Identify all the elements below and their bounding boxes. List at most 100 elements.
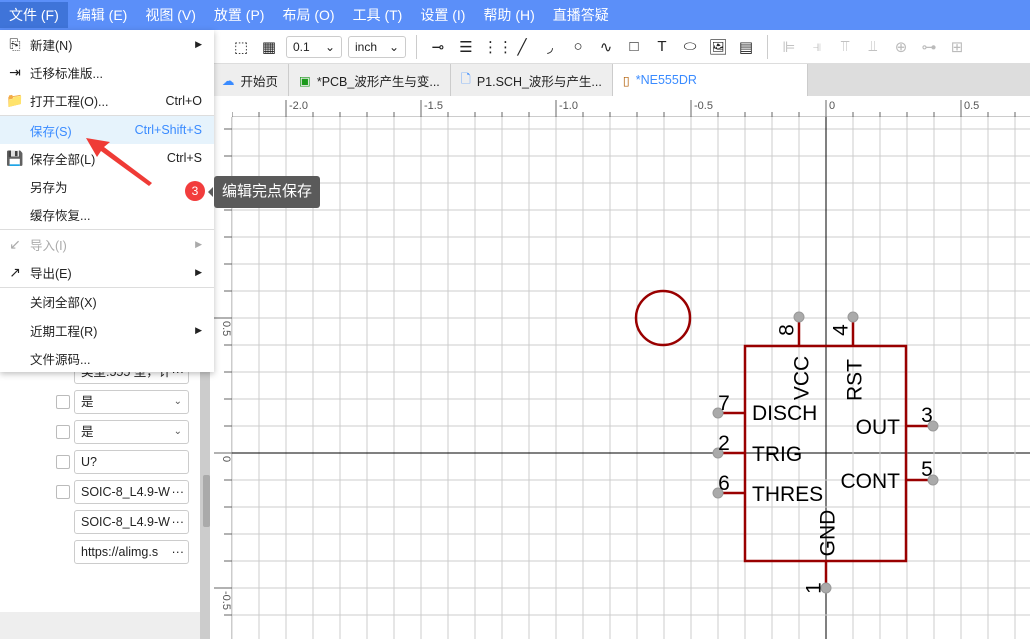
pin-array-icon[interactable]: ☰: [455, 38, 477, 56]
ruler-label: 0: [220, 456, 232, 462]
menu-item-5[interactable]: 另存为: [0, 172, 214, 200]
distribute-icon[interactable]: ⊞: [946, 38, 968, 56]
schematic-canvas[interactable]: 8 VCC 4 RST 7 DISCH 2 TRIG 6 THRES 3 OUT 5 CONT 1 GND: [231, 117, 1030, 639]
menu-item-7[interactable]: ↙ 导入(I) ▶: [0, 230, 214, 258]
property-field[interactable]: SOIC-8_L4.9-W ···: [74, 510, 189, 534]
menu-6[interactable]: 设置 (I): [411, 2, 474, 28]
pin-matrix-icon[interactable]: ⋮⋮: [483, 38, 513, 56]
more-icon[interactable]: ···: [169, 511, 184, 533]
save-icon: 💾: [6, 149, 24, 166]
ruler-label: -0.5: [220, 591, 232, 610]
menu-item-2[interactable]: 📁 打开工程(O)... Ctrl+O: [0, 87, 214, 115]
property-field[interactable]: U?: [74, 450, 189, 474]
submenu-arrow-icon: ▶: [195, 38, 202, 49]
property-checkbox[interactable]: [56, 395, 70, 409]
property-field[interactable]: https://alimg.s ···: [74, 540, 189, 564]
rectangle-icon[interactable]: □: [623, 38, 645, 55]
text-icon[interactable]: T: [651, 38, 673, 55]
align-center-v-icon[interactable]: ⊶: [918, 38, 940, 56]
menu-item-9[interactable]: 关闭全部(X): [0, 288, 214, 316]
menu-0[interactable]: 文件 (F): [0, 2, 68, 28]
menu-7[interactable]: 帮助 (H): [474, 2, 543, 28]
chip-icon: ▯: [622, 73, 630, 88]
submenu-arrow-icon: ▶: [195, 324, 202, 335]
property-field[interactable]: 是 ⌄: [74, 420, 189, 444]
pin-label: RST: [844, 359, 867, 401]
menu-5[interactable]: 工具 (T): [344, 2, 412, 28]
ellipse-icon[interactable]: ⬭: [679, 38, 701, 55]
ruler-label: -1.5: [424, 100, 443, 112]
pin-label: 1: [803, 582, 826, 594]
pin-endpoint[interactable]: [847, 311, 859, 323]
menu-item-6[interactable]: 缓存恢复...: [0, 201, 214, 229]
pin-label: TRIG: [752, 443, 802, 466]
menu-2[interactable]: 视图 (V): [136, 2, 205, 28]
property-row: SOIC-8_L4.9-W ···: [0, 510, 200, 536]
image-icon[interactable]: 🖼: [707, 38, 729, 56]
ruler-label: -2.0: [289, 100, 308, 112]
property-field[interactable]: SOIC-8_L4.9-W ···: [74, 480, 189, 504]
pin-label: 2: [718, 432, 730, 455]
submenu-arrow-icon: ▶: [195, 238, 202, 249]
menu-item-11[interactable]: 文件源码...: [0, 344, 214, 372]
chevron-down-icon: ⌄: [388, 39, 399, 54]
align-bottom-icon[interactable]: ⫫: [862, 38, 884, 55]
pin-label: GND: [817, 510, 840, 557]
menu-item-1[interactable]: ⇥ 迁移标准版...: [0, 58, 214, 86]
tab-2[interactable]: 🗋 P1.SCH_波形与产生...: [450, 64, 613, 96]
zoom-area-icon[interactable]: ⬚: [230, 38, 252, 56]
tab-3[interactable]: ▯ *NE555DR: [612, 64, 808, 96]
ruler-label: -0.5: [694, 100, 713, 112]
circle-icon[interactable]: ○: [567, 38, 589, 55]
splitter-handle[interactable]: [203, 475, 210, 527]
align-center-h-icon[interactable]: ⊕: [890, 38, 912, 56]
grid-icon[interactable]: ▦: [258, 38, 280, 56]
horizontal-ruler: -2.0 -1.5 -1.0 -0.5 0 0.5: [231, 96, 1030, 117]
chevron-down-icon: ⌄: [173, 396, 182, 407]
bezier-icon[interactable]: ∿: [595, 38, 617, 56]
property-row: https://alimg.s ···: [0, 540, 200, 566]
pin-icon[interactable]: ⊸: [427, 38, 449, 56]
more-icon[interactable]: ···: [169, 481, 184, 503]
more-icon[interactable]: ···: [169, 541, 184, 563]
menu-3[interactable]: 放置 (P): [205, 2, 274, 28]
align-right-icon[interactable]: ⫣: [806, 38, 828, 55]
ruler-label: 0.5: [964, 100, 979, 112]
table-icon[interactable]: ▤: [735, 38, 757, 56]
menu-bar: 文件 (F) 编辑 (E) 视图 (V) 放置 (P) 布局 (O) 工具 (T) 设置 (…: [0, 0, 1030, 30]
line-icon[interactable]: ╱: [511, 38, 533, 56]
document-tabs: ☁ 开始页 ▣ *PCB_波形产生与变... 🗋 P1.SCH_波形与产生... ▯ *NE5…: [210, 64, 1030, 96]
property-row: U?: [0, 450, 200, 476]
pin-label: 5: [921, 458, 933, 481]
menu-item-0[interactable]: ⎘ 新建(N) ▶: [0, 30, 214, 58]
pin-label: 6: [718, 472, 730, 495]
menu-item-4[interactable]: 💾 保存全部(L) Ctrl+S: [0, 144, 214, 172]
arc-icon[interactable]: ◞: [539, 38, 561, 56]
tab-0[interactable]: ☁ 开始页: [212, 64, 290, 96]
property-checkbox[interactable]: [56, 455, 70, 469]
menu-4[interactable]: 布局 (O): [273, 2, 343, 28]
property-checkbox[interactable]: [56, 425, 70, 439]
align-top-icon[interactable]: ⫪: [834, 38, 856, 55]
cloud-icon: ☁: [222, 73, 235, 88]
menu-item-3[interactable]: 保存(S) Ctrl+Shift+S: [0, 115, 214, 145]
ruler-label: 0.5: [220, 321, 232, 336]
property-checkbox[interactable]: [56, 485, 70, 499]
export-icon: ↗: [9, 264, 21, 281]
menu-item-10[interactable]: 近期工程(R) ▶: [0, 316, 214, 344]
pin-label: CONT: [841, 470, 901, 493]
unit-select[interactable]: inch ⌄: [348, 35, 406, 58]
menu-item-8[interactable]: ↗ 导出(E) ▶: [0, 258, 214, 286]
submenu-arrow-icon: ▶: [195, 267, 202, 278]
menu-1[interactable]: 编辑 (E): [68, 2, 137, 28]
pin-label: THRES: [752, 483, 823, 506]
pin-endpoint[interactable]: [793, 311, 805, 323]
panel-footer: [0, 612, 200, 639]
menu-8[interactable]: 直播答疑: [544, 2, 618, 28]
property-field[interactable]: 是 ⌄: [74, 390, 189, 414]
annotation-tooltip: 编辑完点保存: [207, 176, 321, 208]
align-left-icon[interactable]: ⊫: [778, 38, 800, 56]
folder-icon: 📁: [6, 92, 24, 109]
grid-size-select[interactable]: 0.1 ⌄: [286, 35, 342, 58]
tab-1[interactable]: ▣ *PCB_波形产生与变...: [289, 64, 451, 96]
